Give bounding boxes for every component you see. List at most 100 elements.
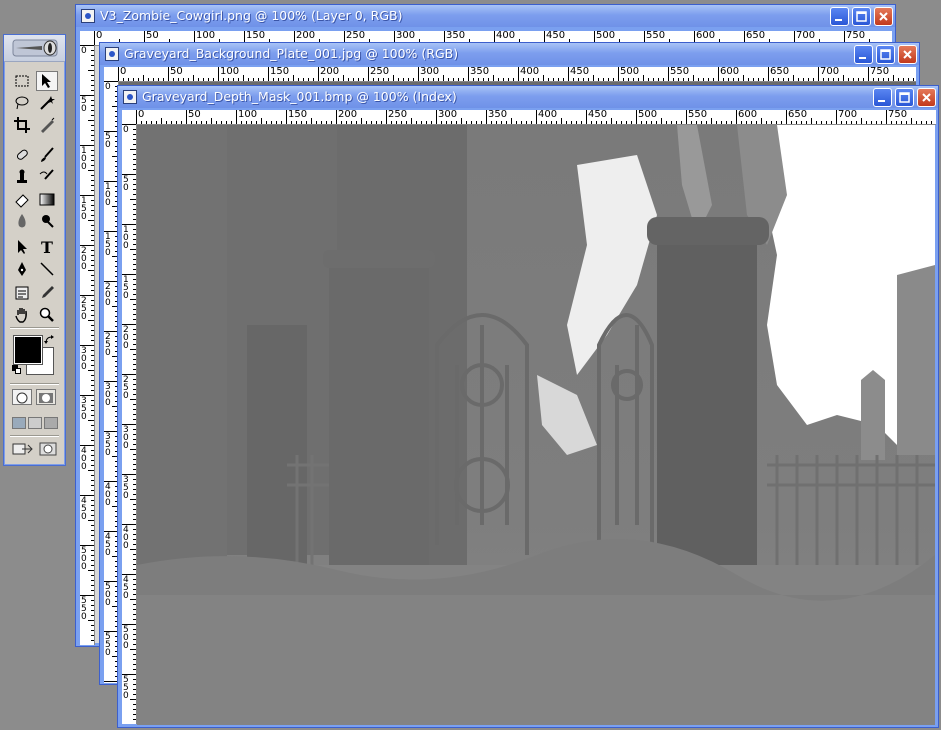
line-tool-button[interactable] xyxy=(36,259,58,279)
document-canvas[interactable] xyxy=(137,125,935,725)
window-titlebar[interactable]: V3_Zombie_Cowgirl.png @ 100% (Layer 0, R… xyxy=(76,5,895,27)
document-icon xyxy=(123,90,137,104)
notes-tool-button[interactable] xyxy=(11,283,33,303)
ruler-label: 450 xyxy=(570,67,590,77)
minimize-button[interactable] xyxy=(830,7,849,26)
ruler-label: 300 xyxy=(105,382,111,408)
jump-to-imageready-icon[interactable] xyxy=(12,441,34,457)
move-tool-button[interactable] xyxy=(36,71,58,91)
default-colors-icon[interactable] xyxy=(12,365,21,374)
maximize-button[interactable] xyxy=(895,88,914,107)
move-icon xyxy=(42,74,51,88)
horizontal-ruler[interactable]: 0 50 100 150 200 250 300 350 400 450 500 550 600 650 7… xyxy=(136,110,936,125)
ruler-label: 600 xyxy=(738,110,758,120)
gradient-icon xyxy=(39,193,55,206)
standard-mode-button[interactable] xyxy=(12,389,32,405)
imageready-logo-icon[interactable] xyxy=(38,441,58,457)
maximize-button[interactable] xyxy=(876,45,895,64)
ruler-label: 100 xyxy=(123,225,129,251)
path-select-tool-button[interactable] xyxy=(11,237,33,257)
zoom-tool-button[interactable] xyxy=(36,305,58,325)
dodge-tool-button[interactable] xyxy=(36,211,58,231)
type-tool-button[interactable]: T xyxy=(36,237,58,257)
close-button[interactable] xyxy=(874,7,893,26)
ruler-label: 550 xyxy=(105,632,111,658)
minimize-button[interactable] xyxy=(873,88,892,107)
ruler-label: 50 xyxy=(170,67,183,77)
full-screen-mode-button[interactable] xyxy=(44,417,58,429)
standard-screen-mode-button[interactable] xyxy=(12,417,26,429)
ruler-label: 400 xyxy=(81,446,87,472)
vertical-ruler[interactable]: 0 50 100 150 200 250 300 350 400 450 500 550 xyxy=(122,124,137,724)
maximize-button[interactable] xyxy=(852,7,871,26)
ruler-label: 550 xyxy=(670,67,690,77)
ruler-label: 550 xyxy=(123,675,129,701)
ruler-label: 750 xyxy=(888,110,908,120)
window-titlebar[interactable]: Graveyard_Background_Plate_001.jpg @ 100… xyxy=(100,43,919,65)
eyedropper-tool-button[interactable] xyxy=(36,283,58,303)
ruler-label: 500 xyxy=(105,582,111,608)
pen-tool-button[interactable] xyxy=(11,259,33,279)
lasso-tool-button[interactable] xyxy=(11,93,33,113)
magic-wand-tool-button[interactable] xyxy=(36,93,58,113)
ruler-label: 350 xyxy=(488,110,508,120)
swap-colors-icon[interactable] xyxy=(44,335,56,345)
healing-brush-icon xyxy=(16,149,28,160)
ruler-label: 150 xyxy=(246,31,266,41)
brush-tool-button[interactable] xyxy=(36,145,58,165)
ruler-label: 500 xyxy=(620,67,640,77)
blur-tool-button[interactable] xyxy=(11,211,33,231)
document-icon xyxy=(81,9,95,23)
ruler-label: 700 xyxy=(820,67,840,77)
ruler-origin[interactable] xyxy=(122,110,137,125)
toolbox-header[interactable] xyxy=(4,35,65,62)
eraser-icon xyxy=(15,194,29,208)
ruler-label: 250 xyxy=(346,31,366,41)
ruler-label: 250 xyxy=(81,296,87,322)
horizontal-ruler[interactable]: 0 50 100 150 200 250 300 350 400 450 500 550 600 650 7… xyxy=(118,67,916,82)
ruler-label: 650 xyxy=(788,110,808,120)
slice-icon xyxy=(41,117,55,133)
ruler-label: 100 xyxy=(81,146,87,172)
brush-icon xyxy=(41,147,54,162)
document-window-depth-mask[interactable]: Graveyard_Depth_Mask_001.bmp @ 100% (Ind… xyxy=(117,85,939,728)
ruler-label: 200 xyxy=(105,282,111,308)
close-button[interactable] xyxy=(898,45,917,64)
ruler-label: 500 xyxy=(638,110,658,120)
slice-tool-button[interactable] xyxy=(36,115,58,135)
crop-tool-button[interactable] xyxy=(11,115,33,135)
ruler-label: 350 xyxy=(446,31,466,41)
ruler-label: 200 xyxy=(296,31,316,41)
healing-brush-tool-button[interactable] xyxy=(11,145,33,165)
ruler-origin[interactable] xyxy=(104,67,119,82)
ruler-label: 200 xyxy=(81,246,87,272)
rect-marquee-icon xyxy=(15,75,29,87)
ruler-label: 0 xyxy=(138,110,145,120)
full-screen-menu-mode-button[interactable] xyxy=(28,417,42,429)
hand-tool-button[interactable] xyxy=(11,305,33,325)
window-titlebar[interactable]: Graveyard_Depth_Mask_001.bmp @ 100% (Ind… xyxy=(118,86,938,108)
ruler-label: 600 xyxy=(696,31,716,41)
ruler-origin[interactable] xyxy=(80,31,95,46)
gradient-tool-button[interactable] xyxy=(36,189,58,209)
ruler-label: 150 xyxy=(123,275,129,301)
toolbox-separator xyxy=(10,383,59,385)
close-button[interactable] xyxy=(917,88,936,107)
ruler-label: 400 xyxy=(538,110,558,120)
ruler-label: 300 xyxy=(420,67,440,77)
path-select-icon xyxy=(18,240,27,254)
vertical-ruler[interactable]: 0 50 100 150 200 250 300 350 400 450 500 550 xyxy=(80,45,95,645)
ruler-label: 300 xyxy=(396,31,416,41)
minimize-button[interactable] xyxy=(854,45,873,64)
clone-stamp-tool-button[interactable] xyxy=(11,167,33,187)
ruler-label: 400 xyxy=(105,482,111,508)
rect-marquee-tool-button[interactable] xyxy=(11,71,33,91)
ruler-label: 700 xyxy=(796,31,816,41)
history-brush-tool-button[interactable] xyxy=(36,167,58,187)
ruler-label: 150 xyxy=(288,110,308,120)
eraser-tool-button[interactable] xyxy=(11,189,33,209)
quick-mask-mode-button[interactable] xyxy=(36,389,56,405)
ruler-label: 150 xyxy=(270,67,290,77)
foreground-color-swatch[interactable] xyxy=(13,335,43,365)
window-title: V3_Zombie_Cowgirl.png @ 100% (Layer 0, R… xyxy=(100,8,403,23)
